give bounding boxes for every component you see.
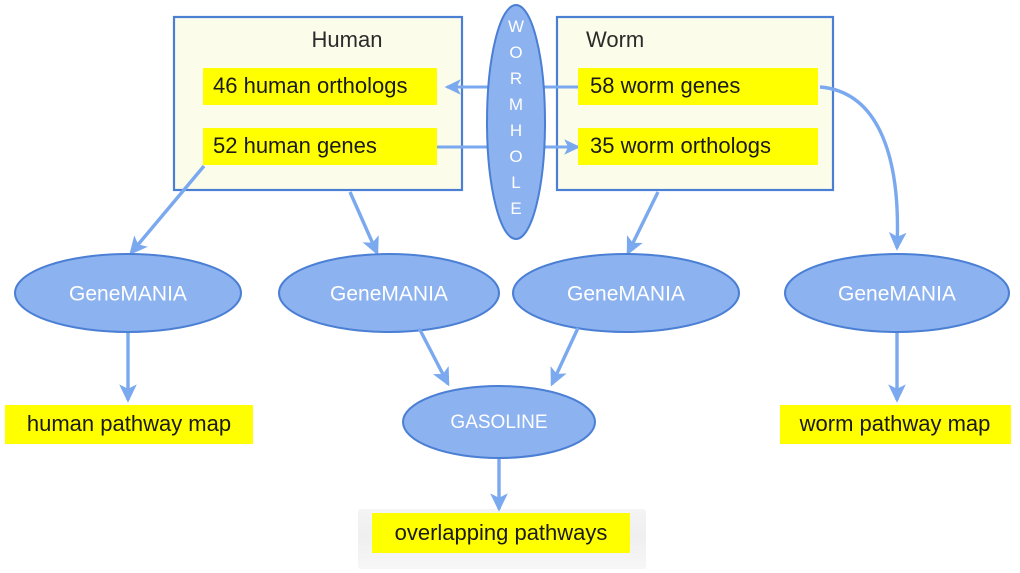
arrow-worm-box-to-genemania-3 [626, 191, 660, 256]
wormhole-letter: M [509, 95, 523, 114]
arrow-human-box-to-genemania-2 [348, 191, 379, 256]
group-label-human: Human [312, 27, 383, 52]
item-label-human-orthologs: 46 human orthologs [213, 73, 407, 98]
item-label-worm-orthologs: 35 worm orthologs [590, 133, 771, 158]
wormhole-letter: O [509, 147, 522, 166]
item-label-human-genes: 52 human genes [213, 133, 377, 158]
wormhole-letter: L [511, 173, 520, 192]
item-label-worm-genes: 58 worm genes [590, 73, 740, 98]
output-label-worm-pathway-map: worm pathway map [799, 411, 991, 436]
processor-label-genemania-1: GeneMANIA [69, 283, 187, 306]
arrow-human-genes-to-genemania-1 [129, 164, 206, 256]
arrow-genemania-2-to-gasoline [417, 327, 450, 387]
wormhole-letter: O [509, 43, 522, 62]
wormhole-letter: R [510, 69, 522, 88]
wormhole-letter: H [510, 121, 522, 140]
processor-label-gasoline: GASOLINE [450, 412, 547, 433]
workflow-diagram: Human Worm W O R M H O L E 46 human orth… [0, 0, 1020, 573]
diagram-canvas: Human Worm W O R M H O L E 46 human orth… [5, 4, 1011, 569]
processor-label-genemania-4: GeneMANIA [838, 283, 956, 306]
arrow-genemania-3-to-gasoline [550, 327, 580, 387]
wormhole-letter: W [508, 17, 524, 36]
output-label-human-pathway-map: human pathway map [27, 411, 231, 436]
processor-label-genemania-3: GeneMANIA [567, 283, 685, 306]
output-label-overlapping-pathways: overlapping pathways [395, 520, 608, 545]
wormhole-letter: E [510, 199, 521, 218]
processor-label-genemania-2: GeneMANIA [330, 283, 448, 306]
group-label-worm: Worm [586, 27, 644, 52]
